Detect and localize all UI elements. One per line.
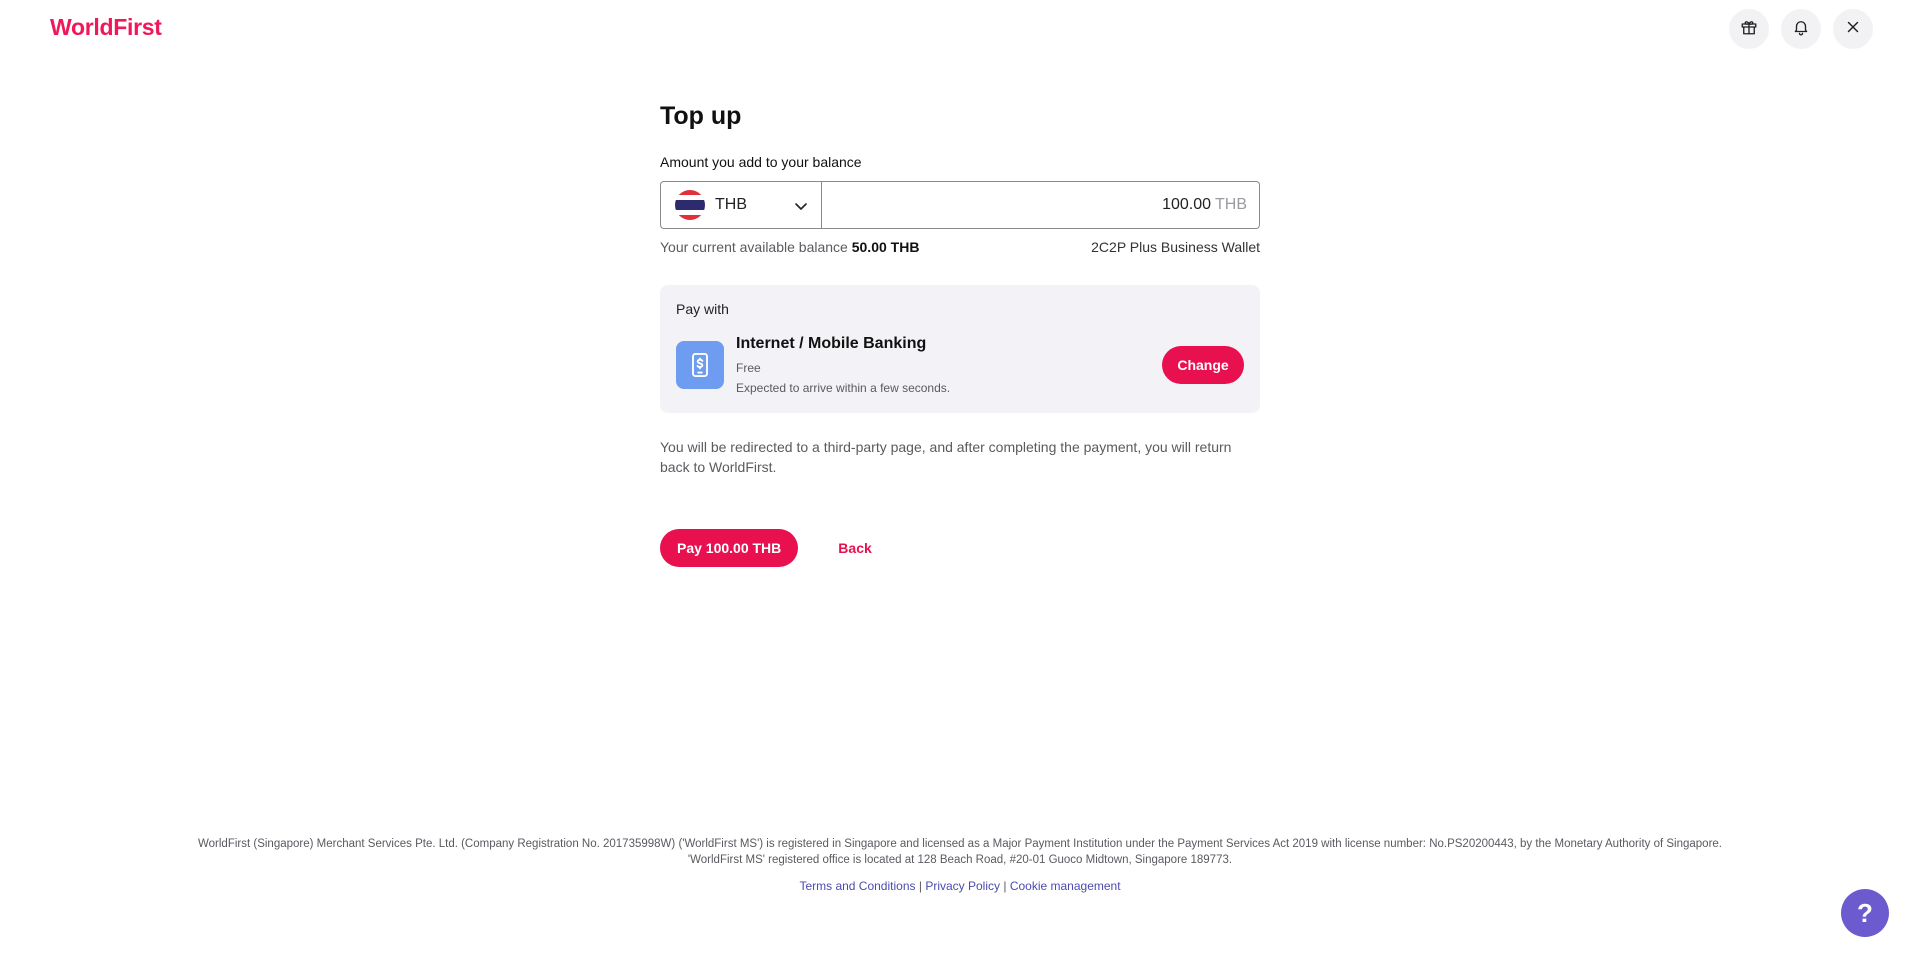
gift-button[interactable] [1729, 9, 1769, 49]
cookie-management-link[interactable]: Cookie management [1010, 879, 1121, 893]
balance-info: Your current available balance 50.00 THB [660, 239, 919, 255]
help-button[interactable]: ? [1841, 889, 1889, 937]
close-button[interactable] [1833, 9, 1873, 49]
footer-links: Terms and Conditions | Privacy Policy | … [0, 879, 1920, 893]
currency-code: THB [715, 196, 747, 213]
amount-row: THB 100.00 THB [660, 181, 1260, 229]
top-actions [1729, 9, 1873, 49]
amount-label: Amount you add to your balance [660, 154, 862, 170]
top-bar: WorldFirst [0, 0, 1920, 58]
pay-with-heading: Pay with [676, 301, 729, 317]
amount-value: 100.00 [1162, 196, 1211, 213]
change-payment-button[interactable]: Change [1162, 346, 1244, 384]
close-icon [1844, 18, 1862, 41]
payment-method-eta: Expected to arrive within a few seconds. [736, 381, 951, 395]
pay-button[interactable]: Pay 100.00 THB [660, 529, 799, 567]
mobile-payment-icon [676, 341, 724, 389]
thailand-flag-icon [675, 190, 705, 220]
gift-icon [1740, 18, 1758, 41]
balance-value: 50.00 THB [851, 239, 920, 255]
wallet-name: 2C2P Plus Business Wallet [1091, 239, 1260, 255]
top-up-form: Top up Amount you add to your balance TH… [660, 102, 1260, 567]
link-separator: | [918, 879, 922, 893]
notifications-button[interactable] [1781, 9, 1821, 49]
pay-with-card: Pay with Internet / Mobile Banking Free … [660, 285, 1260, 413]
currency-select[interactable]: THB [660, 181, 822, 229]
payment-method-title: Internet / Mobile Banking [736, 335, 927, 352]
footer-legal-text: WorldFirst (Singapore) Merchant Services… [198, 838, 1722, 866]
privacy-link[interactable]: Privacy Policy [925, 879, 1000, 893]
terms-link[interactable]: Terms and Conditions [799, 879, 915, 893]
page-title: Top up [660, 102, 742, 130]
back-link[interactable]: Back [838, 540, 871, 556]
chevron-down-icon [793, 198, 809, 214]
amount-unit: THB [1215, 196, 1247, 213]
redirect-note: You will be redirected to a third-party … [660, 439, 1232, 475]
link-separator: | [1003, 879, 1007, 893]
bell-icon [1792, 18, 1810, 41]
payment-method-fee: Free [736, 361, 761, 375]
amount-input[interactable]: 100.00 THB [822, 181, 1260, 229]
balance-row: Your current available balance 50.00 THB… [660, 239, 1260, 255]
form-actions: Pay 100.00 THB Back [660, 529, 1260, 567]
balance-label: Your current available balance [660, 239, 848, 255]
worldfirst-logo[interactable]: WorldFirst [50, 14, 162, 41]
help-icon: ? [1857, 897, 1873, 928]
